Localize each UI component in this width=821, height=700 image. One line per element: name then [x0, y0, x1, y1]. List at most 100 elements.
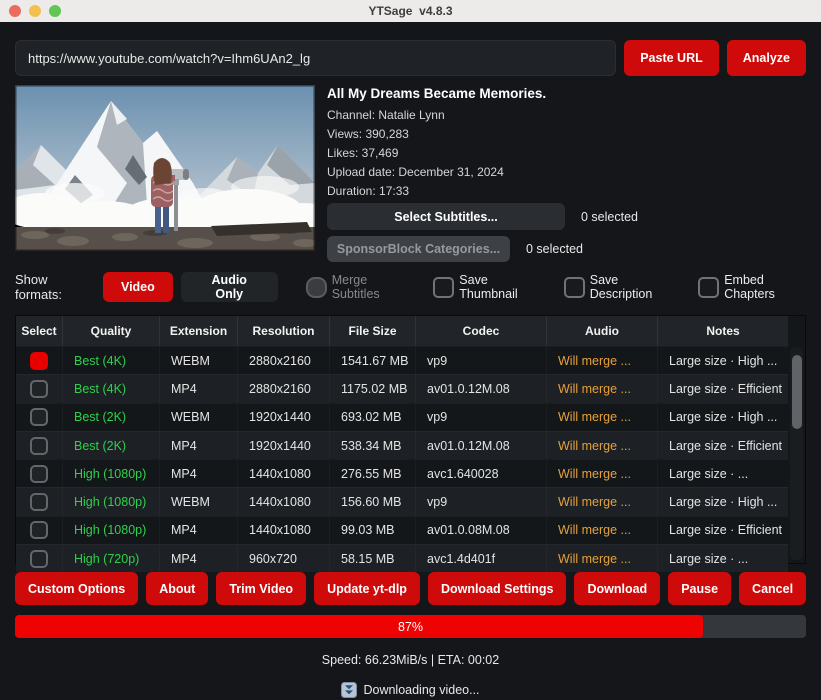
codec-cell: av01.0.12M.08	[416, 375, 547, 402]
table-row[interactable]: Best (4K) MP4 2880x2160 1175.02 MB av01.…	[16, 374, 788, 402]
quality-cell: High (1080p)	[63, 488, 160, 515]
audio-cell: Will merge ...	[547, 488, 658, 515]
video-format-button[interactable]: Video	[103, 272, 173, 302]
resolution-cell: 1920x1440	[238, 432, 330, 459]
row-checkbox[interactable]	[30, 352, 48, 370]
codec-cell: avc1.4d401f	[416, 545, 547, 572]
codec-cell: vp9	[416, 488, 547, 515]
save-thumbnail-label: Save Thumbnail	[459, 273, 537, 301]
embed-chapters-checkbox[interactable]: Embed Chapters	[698, 273, 806, 301]
custom-options-button[interactable]: Custom Options	[15, 572, 138, 605]
scrollbar-thumb[interactable]	[792, 355, 802, 429]
filesize-cell: 58.15 MB	[330, 545, 416, 572]
audio-cell: Will merge ...	[547, 404, 658, 431]
notes-cell: Large size · Efficient	[658, 517, 788, 544]
resolution-cell: 960x720	[238, 545, 330, 572]
download-settings-button[interactable]: Download Settings	[428, 572, 567, 605]
trim-video-button[interactable]: Trim Video	[216, 572, 306, 605]
codec-cell: vp9	[416, 347, 547, 374]
quality-cell: High (1080p)	[63, 460, 160, 487]
filesize-cell: 99.03 MB	[330, 517, 416, 544]
select-subtitles-button[interactable]: Select Subtitles...	[327, 203, 565, 230]
table-header: Select Quality Extension Resolution File…	[16, 316, 788, 346]
row-checkbox[interactable]	[30, 408, 48, 426]
row-checkbox[interactable]	[30, 521, 48, 539]
cancel-button[interactable]: Cancel	[739, 572, 806, 605]
status-row: Downloading video...	[0, 682, 821, 698]
notes-cell: Large size · High ...	[658, 488, 788, 515]
speed-eta-text: Speed: 66.23MiB/s | ETA: 00:02	[0, 653, 821, 667]
row-checkbox[interactable]	[30, 380, 48, 398]
table-row[interactable]: High (1080p) WEBM 1440x1080 156.60 MB vp…	[16, 487, 788, 515]
table-body: Best (4K) WEBM 2880x2160 1541.67 MB vp9 …	[16, 346, 788, 572]
audio-cell: Will merge ...	[547, 432, 658, 459]
checkbox-icon[interactable]	[306, 277, 327, 298]
table-row[interactable]: Best (2K) MP4 1920x1440 538.34 MB av01.0…	[16, 431, 788, 459]
minimize-button[interactable]	[29, 5, 41, 17]
table-row[interactable]: High (1080p) MP4 1440x1080 99.03 MB av01…	[16, 516, 788, 544]
row-checkbox[interactable]	[30, 493, 48, 511]
row-checkbox[interactable]	[30, 550, 48, 568]
save-description-label: Save Description	[590, 273, 672, 301]
quality-cell: Best (2K)	[63, 432, 160, 459]
video-duration: Duration: 17:33	[327, 184, 806, 198]
update-ytdlp-button[interactable]: Update yt-dlp	[314, 572, 420, 605]
sponsorblock-categories-button[interactable]: SponsorBlock Categories...	[327, 236, 510, 262]
formats-table: Select Quality Extension Resolution File…	[15, 315, 806, 564]
row-checkbox[interactable]	[30, 465, 48, 483]
header-quality: Quality	[63, 316, 160, 346]
codec-cell: av01.0.12M.08	[416, 432, 547, 459]
extension-cell: WEBM	[160, 488, 238, 515]
header-resolution: Resolution	[238, 316, 330, 346]
audio-only-format-button[interactable]: Audio Only	[181, 272, 278, 302]
analyze-button[interactable]: Analyze	[727, 40, 806, 76]
paste-url-button[interactable]: Paste URL	[624, 40, 719, 76]
resolution-cell: 1440x1080	[238, 488, 330, 515]
audio-cell: Will merge ...	[547, 517, 658, 544]
window-title: YTSage v4.8.3	[368, 4, 452, 18]
zoom-button[interactable]	[49, 5, 61, 17]
close-button[interactable]	[9, 5, 21, 17]
format-bar: Show formats: Video Audio Only Merge Sub…	[15, 272, 806, 302]
extension-cell: MP4	[160, 460, 238, 487]
filesize-cell: 693.02 MB	[330, 404, 416, 431]
notes-cell: Large size · High ...	[658, 404, 788, 431]
extension-cell: MP4	[160, 375, 238, 402]
sponsorblock-row: SponsorBlock Categories... 0 selected	[327, 236, 806, 262]
notes-cell: Large size · ...	[658, 545, 788, 572]
filesize-cell: 538.34 MB	[330, 432, 416, 459]
subtitles-row: Select Subtitles... 0 selected	[327, 203, 806, 230]
table-scrollbar[interactable]	[790, 347, 803, 560]
pause-button[interactable]: Pause	[668, 572, 731, 605]
quality-cell: Best (2K)	[63, 404, 160, 431]
row-checkbox[interactable]	[30, 437, 48, 455]
download-progress-bar: 87%	[15, 615, 806, 638]
quality-cell: High (720p)	[63, 545, 160, 572]
table-row[interactable]: Best (2K) WEBM 1920x1440 693.02 MB vp9 W…	[16, 403, 788, 431]
notes-cell: Large size · Efficient	[658, 432, 788, 459]
audio-cell: Will merge ...	[547, 347, 658, 374]
table-row[interactable]: Best (4K) WEBM 2880x2160 1541.67 MB vp9 …	[16, 346, 788, 374]
traffic-lights	[9, 5, 61, 17]
save-description-checkbox[interactable]: Save Description	[564, 273, 672, 301]
video-views: Views: 390,283	[327, 127, 806, 141]
video-upload-date: Upload date: December 31, 2024	[327, 165, 806, 179]
url-input[interactable]	[15, 40, 616, 76]
table-row[interactable]: High (1080p) MP4 1440x1080 276.55 MB avc…	[16, 459, 788, 487]
checkbox-icon[interactable]	[564, 277, 585, 298]
format-options: Merge Subtitles Save Thumbnail Save Desc…	[306, 273, 806, 301]
quality-cell: Best (4K)	[63, 347, 160, 374]
merge-subtitles-checkbox[interactable]: Merge Subtitles	[306, 273, 408, 301]
checkbox-icon[interactable]	[433, 277, 454, 298]
about-button[interactable]: About	[146, 572, 208, 605]
audio-cell: Will merge ...	[547, 545, 658, 572]
title-bar: YTSage v4.8.3	[0, 0, 821, 22]
header-extension: Extension	[160, 316, 238, 346]
download-button[interactable]: Download	[574, 572, 660, 605]
save-thumbnail-checkbox[interactable]: Save Thumbnail	[433, 273, 537, 301]
audio-cell: Will merge ...	[547, 460, 658, 487]
video-title: All My Dreams Became Memories.	[327, 86, 806, 101]
table-row[interactable]: High (720p) MP4 960x720 58.15 MB avc1.4d…	[16, 544, 788, 572]
video-likes: Likes: 37,469	[327, 146, 806, 160]
checkbox-icon[interactable]	[698, 277, 719, 298]
